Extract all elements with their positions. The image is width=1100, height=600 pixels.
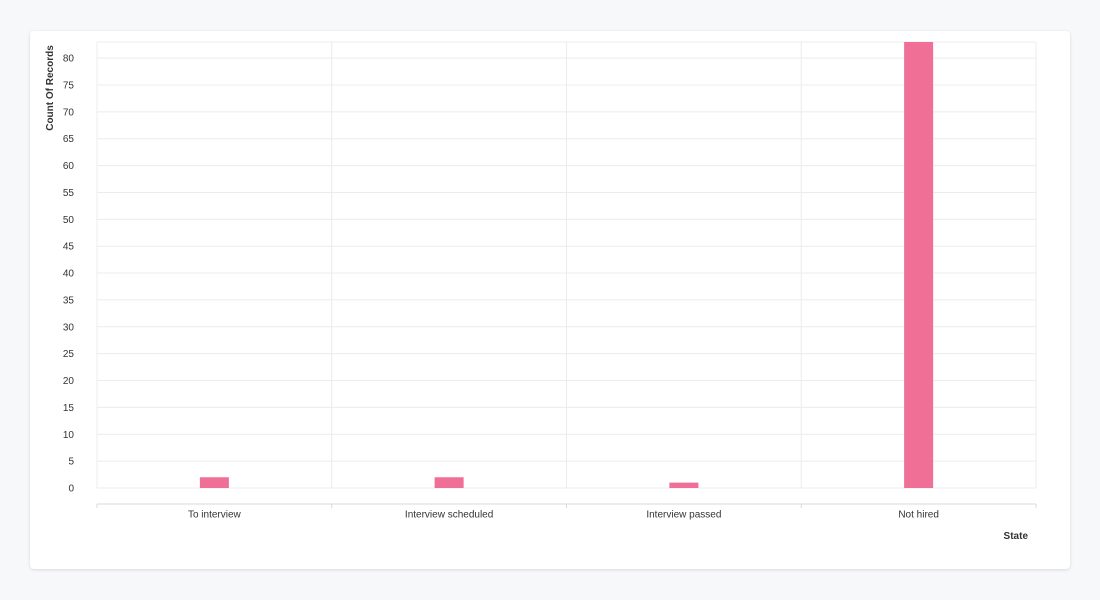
chart-card: 0 5 10 15 20 25 30 35 40 45 50 55 60 65 70 75 80 To inte…: [30, 31, 1070, 569]
y-axis-ticks: 0 5 10 15 20 25 30 35 40 45 50 55 60 65 70 75 80: [63, 54, 75, 495]
y-tick-label: 35: [63, 295, 75, 306]
grid-lines: [96, 41, 1037, 489]
y-tick-label: 30: [63, 322, 75, 333]
bar: [199, 477, 229, 488]
bar: [669, 482, 699, 488]
y-tick-label: 20: [63, 376, 75, 387]
bar: [904, 42, 934, 488]
y-tick-label: 60: [63, 161, 75, 172]
x-tick-label: To interview: [188, 510, 242, 521]
y-tick-label: 45: [63, 242, 75, 253]
y-tick-label: 25: [63, 349, 75, 360]
x-tick-label: Interview scheduled: [405, 510, 493, 521]
y-tick-label: 65: [63, 134, 75, 145]
y-tick-label: 0: [68, 484, 74, 495]
y-tick-label: 50: [63, 215, 75, 226]
y-tick-label: 80: [63, 54, 75, 65]
y-tick-label: 55: [63, 188, 75, 199]
y-tick-label: 40: [63, 269, 75, 280]
y-tick-label: 10: [63, 430, 75, 441]
x-tick-label: Not hired: [898, 510, 939, 521]
bar: [434, 477, 464, 488]
y-tick-label: 5: [68, 457, 74, 468]
y-tick-label: 70: [63, 107, 75, 118]
x-axis-title: State: [1004, 531, 1029, 542]
x-tick-label: Interview passed: [646, 510, 721, 521]
bar-chart: 0 5 10 15 20 25 30 35 40 45 50 55 60 65 70 75 80 To inte…: [45, 41, 1037, 542]
y-axis-title: Count Of Records: [45, 45, 56, 131]
y-tick-label: 15: [63, 403, 75, 414]
y-tick-label: 75: [63, 80, 75, 91]
x-axis-ticks: To interview Interview scheduled Interview…: [96, 503, 1037, 521]
